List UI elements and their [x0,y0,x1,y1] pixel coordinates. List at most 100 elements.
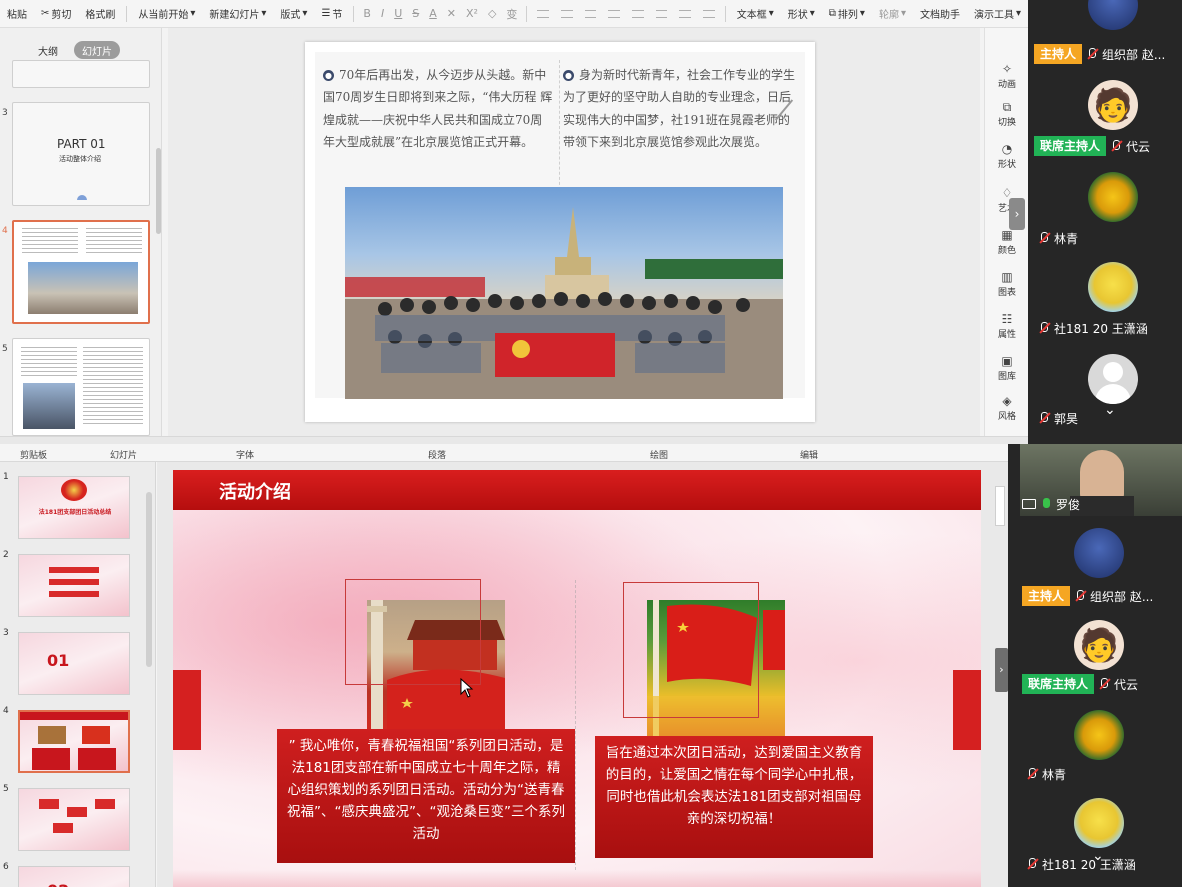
layout-button[interactable]: 版式 ▾ [273,6,314,21]
slide[interactable]: 活动介绍 ” 我心唯你，青春祝福祖国“系列团日活动，是法181团支部在新中国成立… [173,470,981,887]
align-center-icon[interactable] [561,9,573,18]
slide-thumbnail-5[interactable] [12,338,150,436]
thumbnail-scrollbar[interactable] [146,492,152,667]
participant-row[interactable]: 林青 [1038,228,1078,248]
participant-row[interactable]: 主持人 组织部 赵... [1022,586,1153,606]
underline-button[interactable]: U [389,7,407,20]
rail-properties[interactable]: ☷ 属性 [985,312,1028,340]
text-direction-icon[interactable] [703,9,715,18]
bold-button[interactable]: B [358,7,376,20]
right-accent-bar [953,670,981,750]
default-avatar-icon [1103,362,1123,382]
ribbon-slides[interactable]: 幻灯片 [110,448,137,461]
ribbon-drawing[interactable]: 绘图 [650,448,668,461]
participant-name: 代云 [1126,139,1151,154]
participant-row[interactable]: 主持人 组织部 赵... [1034,44,1165,64]
section-button[interactable]: ☰ 节 [314,6,349,21]
chevron-down-icon[interactable]: ⌄ [1092,848,1104,864]
justify-icon[interactable] [608,9,621,18]
thumb-number: 4 [3,706,9,716]
shape-effect-icon[interactable]: ◇ [483,7,501,20]
mic-on-icon [1040,498,1052,510]
align-left-icon[interactable] [537,9,550,18]
slide-thumbnail-4[interactable] [12,220,150,324]
play-from-current-button[interactable]: 从当前开始 ▾ [131,6,202,21]
participant-row[interactable]: 郭昊 [1038,408,1078,428]
participant-row[interactable]: 联席主持人 代云 [1034,136,1150,156]
thumb-number: 6 [3,862,9,872]
new-slide-button[interactable]: 新建幻灯片 ▾ [202,6,273,21]
chevron-down-icon[interactable]: ⌄ [1104,402,1116,418]
rail-shape[interactable]: ◔ 形状 [985,142,1028,170]
paste-button[interactable]: 粘贴 [0,6,34,21]
thumb-number: 3 [2,108,8,118]
transform-button[interactable]: 变 [501,6,522,22]
rail-color[interactable]: ▦ 颜色 [985,228,1028,256]
cut-button[interactable]: ✂ 剪切 [34,6,78,21]
line-spacing-icon[interactable] [632,9,644,18]
expand-panel-button[interactable]: › [995,648,1008,692]
participant-row[interactable]: 联席主持人 代云 [1022,674,1138,694]
ribbon-clipboard[interactable]: 剪贴板 [20,448,47,461]
rail-shape-label: 形状 [997,160,1016,170]
vertical-scroll-thumb[interactable] [995,486,1005,526]
font-color-button[interactable]: A [424,7,442,20]
slide[interactable]: ● 70年后再出发，从今迈步从头越。新中国70周岁生日即将到来之际，“伟大历程 辉… [305,42,815,422]
align-right-icon[interactable] [584,9,597,18]
italic-button[interactable]: I [376,7,389,20]
participant-row[interactable]: 社181 20 王潇涵 [1026,854,1136,874]
slide-thumbnail-4[interactable] [18,710,130,773]
doc-assistant-button[interactable]: 文档助手 [913,6,967,21]
presenter-tools-button[interactable]: 演示工具 ▾ [967,6,1028,21]
thumbnail-scrollbar[interactable] [156,148,161,234]
ribbon-font[interactable]: 字体 [236,448,254,461]
ribbon-group-labels: 剪贴板 幻灯片 字体 段落 绘图 编辑 [0,444,1008,462]
slide-thumbnail-2[interactable] [12,60,150,88]
arrange-button[interactable]: ⧉ 排列 ▾ [822,6,872,21]
doc-assistant-label: 文档助手 [919,10,960,21]
tab-outline[interactable]: 大纲 [30,41,66,59]
collapse-rail-button[interactable]: › [1009,198,1025,230]
format-painter-button[interactable]: 格式刷 [78,6,122,21]
rail-animation[interactable]: ✧ 动画 [985,62,1028,90]
rail-style[interactable]: ◈ 风格 [985,394,1028,422]
thumb-text-lines [21,347,77,377]
clear-format-button[interactable]: ✕ [442,7,461,20]
chevron-down-icon: ▾ [190,8,196,19]
rail-transition[interactable]: ⧉ 切换 [985,100,1028,128]
indent-icon[interactable] [655,9,668,18]
participant-row[interactable]: 林青 [1026,764,1066,784]
thumb-number: 4 [2,226,8,236]
slide-thumbnail-1[interactable]: 法181团支部团日活动总结 [18,476,130,539]
shape-button[interactable]: 形状 ▾ [781,6,822,21]
textbox-button[interactable]: 文本框 ▾ [730,6,781,21]
slide-thumbnail-6[interactable]: 02 [18,866,130,887]
strikethrough-button[interactable]: S [407,7,424,20]
thumb-photo [28,262,138,314]
slide-thumbnail-5[interactable] [18,788,130,851]
participant-row[interactable]: 社181 20 王潇涵 [1038,318,1148,338]
slide-canvas: 活动介绍 ” 我心唯你，青春祝福祖国“系列团日活动，是法181团支部在新中国成立… [157,462,1008,887]
avatar: 🧑 [1074,620,1124,670]
bullet-icon: ● [563,70,574,81]
participant-row[interactable]: 罗俊 [1022,494,1080,514]
ribbon-paragraph[interactable]: 段落 [428,448,446,461]
default-avatar-icon [1095,384,1131,404]
columns-icon[interactable] [679,9,692,18]
thumb-bar [49,567,99,573]
slide-thumbnail-3[interactable]: PART 01 活动整体介绍 [12,102,150,206]
thumb-subtitle: 活动整体介绍 [59,155,101,163]
thumb-text-lines [83,347,143,427]
outline-button[interactable]: 轮廓 ▾ [872,6,913,21]
ribbon-editing[interactable]: 编辑 [800,448,818,461]
tab-slides[interactable]: 幻灯片 [74,41,120,59]
column-divider [559,60,560,190]
mic-muted-icon [1110,140,1122,152]
rail-gallery[interactable]: ▣ 图库 [985,354,1028,382]
rail-chart[interactable]: ▥ 图表 [985,270,1028,298]
thumb-number-title: 01 [47,651,70,670]
avatar [1088,0,1138,30]
slide-thumbnail-2[interactable] [18,554,130,617]
slide-thumbnail-3[interactable]: 01 [18,632,130,695]
superscript-button[interactable]: X² [461,7,483,20]
